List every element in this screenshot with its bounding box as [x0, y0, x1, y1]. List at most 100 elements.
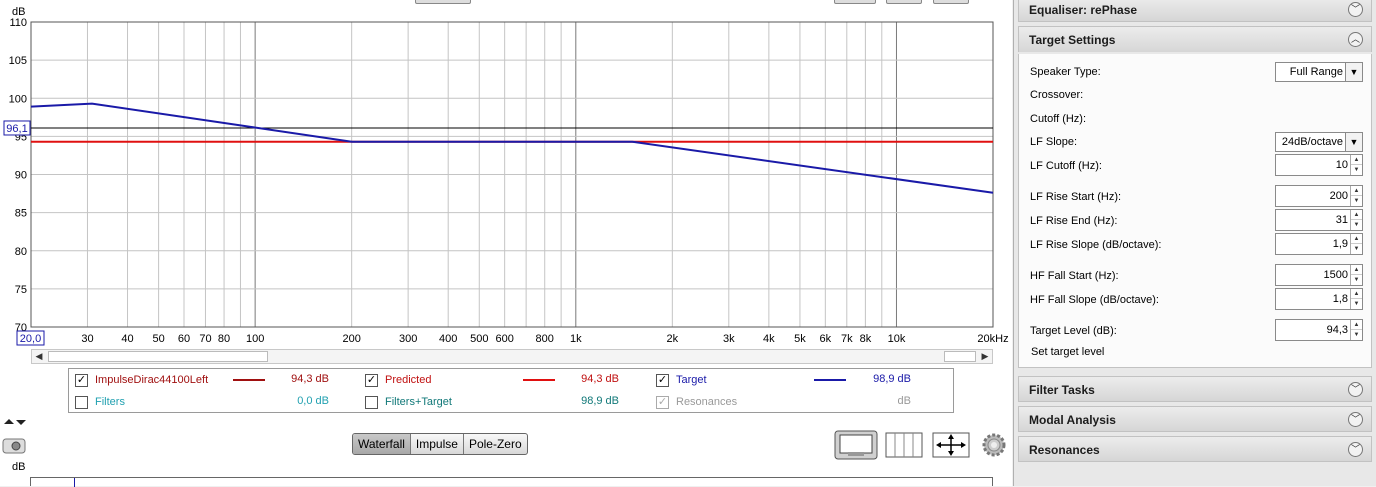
legend-item-filters[interactable]: Filters — [75, 394, 125, 410]
horizontal-scrollbar[interactable]: ◀ ▶ — [31, 349, 993, 364]
lf-cutoff-stepper[interactable]: 10 ▲ ▼ — [1275, 154, 1363, 176]
lf-rise-end-value[interactable]: 31 — [1336, 214, 1348, 226]
x-tick-label: 10k — [888, 333, 906, 345]
spin-up-icon[interactable]: ▲ — [1351, 210, 1362, 220]
hf-fall-start-stepper[interactable]: 1500 ▲ ▼ — [1275, 264, 1363, 286]
lf-slope-label: LF Slope: — [1030, 136, 1078, 148]
legend-checkbox-filters-target[interactable] — [365, 395, 378, 409]
spin-down-icon[interactable]: ▼ — [1351, 220, 1362, 230]
columns-icon[interactable] — [885, 430, 923, 460]
chevron-down-icon[interactable]: ﹀ — [1348, 412, 1363, 427]
target-settings-header[interactable]: Target Settings ︿ — [1018, 26, 1372, 52]
lf-rise-slope-label: LF Rise Slope (dB/octave): — [1030, 239, 1162, 251]
target-level-value[interactable]: 94,3 — [1327, 324, 1348, 336]
chevron-down-icon[interactable]: ﹀ — [1348, 382, 1363, 397]
x-tick-label: 300 — [399, 333, 417, 345]
x-tick-label: 80 — [218, 333, 230, 345]
legend-label-resonances: Resonances — [676, 396, 738, 408]
x-tick-label: 2k — [667, 333, 679, 345]
x-tick-label: 6k — [820, 333, 832, 345]
lf-cutoff-label: LF Cutoff (Hz): — [1030, 160, 1102, 172]
chevron-down-icon[interactable]: ﹀ — [1348, 442, 1363, 457]
legend-item-impulse[interactable]: ✓ ImpulseDirac44100Left — [75, 372, 208, 388]
panel-splitter[interactable] — [0, 417, 1012, 427]
y-tick-label: 110 — [9, 17, 27, 29]
y-tick-label: 75 — [15, 284, 27, 296]
legend-checkbox-predicted[interactable]: ✓ — [365, 373, 378, 387]
spin-up-icon[interactable]: ▲ — [1351, 155, 1362, 165]
speaker-type-value: Full Range — [1289, 66, 1343, 78]
x-tick-label: 600 — [495, 333, 513, 345]
lf-rise-start-stepper[interactable]: 200 ▲ ▼ — [1275, 185, 1363, 207]
camera-icon[interactable] — [0, 430, 28, 460]
scroll-right-icon[interactable]: ▶ — [978, 350, 992, 363]
legend-item-predicted[interactable]: ✓ Predicted — [365, 372, 431, 388]
legend-value-predicted: 94,3 dB — [581, 373, 619, 385]
spin-down-icon[interactable]: ▼ — [1351, 299, 1362, 309]
spin-down-icon[interactable]: ▼ — [1351, 165, 1362, 175]
frequency-response-chart[interactable]: dB11010510095908580757030 40 50 60 70 80 100 20… — [0, 0, 1012, 350]
lf-slope-value: 24dB/octave — [1281, 136, 1343, 148]
split-arrows-icon[interactable] — [0, 417, 30, 427]
lf-cutoff-value[interactable]: 10 — [1336, 159, 1348, 171]
graph-view-icon[interactable] — [834, 430, 878, 460]
lf-rise-end-stepper[interactable]: 31 ▲ ▼ — [1275, 209, 1363, 231]
waterfall-chart-preview — [30, 477, 993, 487]
modal-analysis-header[interactable]: Modal Analysis ﹀ — [1018, 406, 1372, 432]
legend-item-filters-target[interactable]: Filters+Target — [365, 394, 452, 410]
lf-rise-end-label: LF Rise End (Hz): — [1030, 215, 1118, 227]
y-tick-label: 85 — [15, 208, 27, 220]
set-target-level-link[interactable]: Set target level — [1031, 346, 1104, 358]
legend-checkbox-filters[interactable] — [75, 395, 88, 409]
hf-fall-start-value[interactable]: 1500 — [1324, 269, 1348, 281]
resonances-title: Resonances — [1029, 443, 1100, 457]
x-tick-label: 400 — [439, 333, 457, 345]
chevron-up-icon[interactable]: ︿ — [1348, 32, 1363, 47]
hf-fall-slope-value[interactable]: 1,8 — [1333, 293, 1348, 305]
x-tick-label: 70 — [199, 333, 211, 345]
spin-down-icon[interactable]: ▼ — [1351, 244, 1362, 254]
spin-up-icon[interactable]: ▲ — [1351, 234, 1362, 244]
spin-up-icon[interactable]: ▲ — [1351, 186, 1362, 196]
bottom-toolbar: Waterfall Impulse Pole-Zero — [0, 428, 1012, 464]
lf-rise-slope-stepper[interactable]: 1,9 ▲ ▼ — [1275, 233, 1363, 255]
graph-area: dB 110 105 100 95 90 85 80 75 70 30 40 50 60 70 80 100 20… — [0, 0, 1012, 487]
filter-tasks-header[interactable]: Filter Tasks ﹀ — [1018, 376, 1372, 402]
spin-up-icon[interactable]: ▲ — [1351, 320, 1362, 330]
tab-pole-zero[interactable]: Pole-Zero — [464, 434, 527, 454]
lf-rise-slope-value[interactable]: 1,9 — [1333, 238, 1348, 250]
chevron-down-icon[interactable]: ▼ — [1345, 63, 1362, 81]
lf-rise-start-value[interactable]: 200 — [1330, 190, 1348, 202]
equaliser-header[interactable]: Equaliser: rePhase ﹀ — [1018, 0, 1372, 22]
legend-checkbox-impulse[interactable]: ✓ — [75, 373, 88, 387]
gear-icon[interactable] — [980, 430, 1008, 460]
scrollbar-thumb[interactable] — [48, 351, 268, 362]
spin-down-icon[interactable]: ▼ — [1351, 196, 1362, 206]
target-level-stepper[interactable]: 94,3 ▲ ▼ — [1275, 319, 1363, 341]
legend-label-filters-target: Filters+Target — [385, 396, 452, 408]
spin-down-icon[interactable]: ▼ — [1351, 275, 1362, 285]
spin-up-icon[interactable]: ▲ — [1351, 265, 1362, 275]
zoom-arrows-icon[interactable] — [932, 430, 970, 460]
chevron-down-icon[interactable]: ▼ — [1345, 133, 1362, 151]
spin-up-icon[interactable]: ▲ — [1351, 289, 1362, 299]
right-panel: Equaliser: rePhase ﹀ Target Settings ︿ S… — [1013, 0, 1376, 486]
tab-waterfall[interactable]: Waterfall — [353, 434, 411, 454]
crossover-label: Crossover: — [1030, 89, 1084, 101]
legend-item-target[interactable]: ✓ Target — [656, 372, 707, 388]
scroll-left-icon[interactable]: ◀ — [32, 350, 46, 363]
hf-fall-slope-stepper[interactable]: 1,8 ▲ ▼ — [1275, 288, 1363, 310]
tab-impulse[interactable]: Impulse — [411, 434, 464, 454]
x-tick-label: 1k — [570, 333, 582, 345]
scrollbar-track-end — [944, 351, 976, 362]
cutoff-label: Cutoff (Hz): — [1030, 113, 1087, 125]
legend-checkbox-target[interactable]: ✓ — [656, 373, 669, 387]
spin-down-icon[interactable]: ▼ — [1351, 330, 1362, 340]
x-tick-label: 200 — [342, 333, 360, 345]
x-tick-label: 50 — [152, 333, 164, 345]
legend-value-resonances: dB — [897, 395, 911, 407]
chevron-down-icon[interactable]: ﹀ — [1348, 2, 1363, 17]
resonances-header[interactable]: Resonances ﹀ — [1018, 436, 1372, 462]
speaker-type-select[interactable]: Full Range ▼ — [1275, 62, 1363, 82]
lf-slope-select[interactable]: 24dB/octave ▼ — [1275, 132, 1363, 152]
